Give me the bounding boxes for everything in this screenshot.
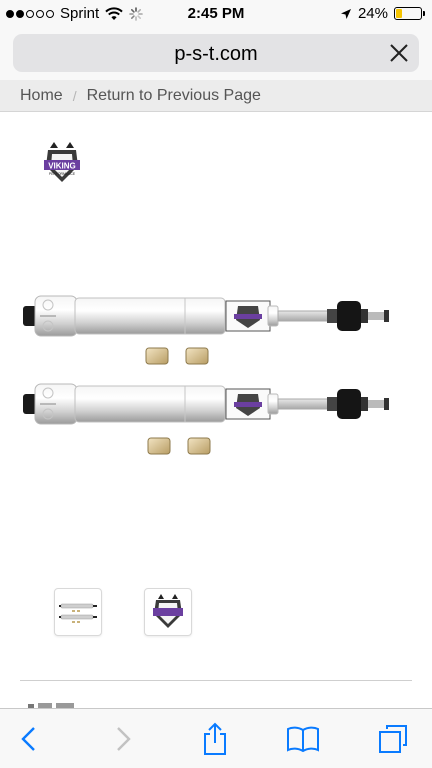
browser-toolbar xyxy=(0,708,432,768)
url-text[interactable]: p-s-t.com xyxy=(13,43,419,66)
tabs-icon xyxy=(379,725,407,753)
content-divider xyxy=(20,680,412,681)
close-icon[interactable] xyxy=(388,42,410,64)
forward-icon xyxy=(117,727,131,751)
product-image[interactable] xyxy=(20,280,412,480)
partial-text xyxy=(28,703,74,708)
breadcrumb-home-link[interactable]: Home xyxy=(20,87,63,105)
breadcrumb-separator: / xyxy=(72,87,77,104)
breadcrumb: Home / Return to Previous Page xyxy=(0,80,432,112)
address-bar[interactable]: p-s-t.com xyxy=(13,34,419,72)
back-button[interactable] xyxy=(12,723,46,755)
thumbnail-logo[interactable] xyxy=(144,588,192,636)
tabs-button[interactable] xyxy=(376,723,410,755)
shock-absorber-bottom xyxy=(22,383,390,425)
status-bar: Sprint 2:45 PM 24% xyxy=(0,0,432,28)
battery-icon xyxy=(394,7,425,20)
bushings-top xyxy=(145,347,209,365)
browser-address-area: p-s-t.com xyxy=(0,28,432,80)
share-icon xyxy=(204,722,226,755)
thumbnail-strip xyxy=(0,588,432,638)
bookmarks-icon xyxy=(287,726,319,753)
breadcrumb-return-link[interactable]: Return to Previous Page xyxy=(87,87,261,105)
thumbnail-product[interactable] xyxy=(54,588,102,636)
brand-logo-subtext: PERFORMANCE xyxy=(49,172,76,176)
back-icon xyxy=(21,727,35,751)
brand-logo-text: VIKING xyxy=(48,162,76,171)
status-right: 24% xyxy=(340,5,425,22)
share-button[interactable] xyxy=(198,722,232,755)
shock-absorber-top xyxy=(22,295,390,337)
bookmarks-button[interactable] xyxy=(286,723,320,755)
brand-logo: VIKING PERFORMANCE xyxy=(44,142,80,182)
battery-level xyxy=(396,9,402,18)
location-arrow-icon xyxy=(340,8,351,19)
bushings-bottom xyxy=(147,437,211,455)
forward-button[interactable] xyxy=(106,723,140,755)
battery-percent: 24% xyxy=(357,5,388,22)
